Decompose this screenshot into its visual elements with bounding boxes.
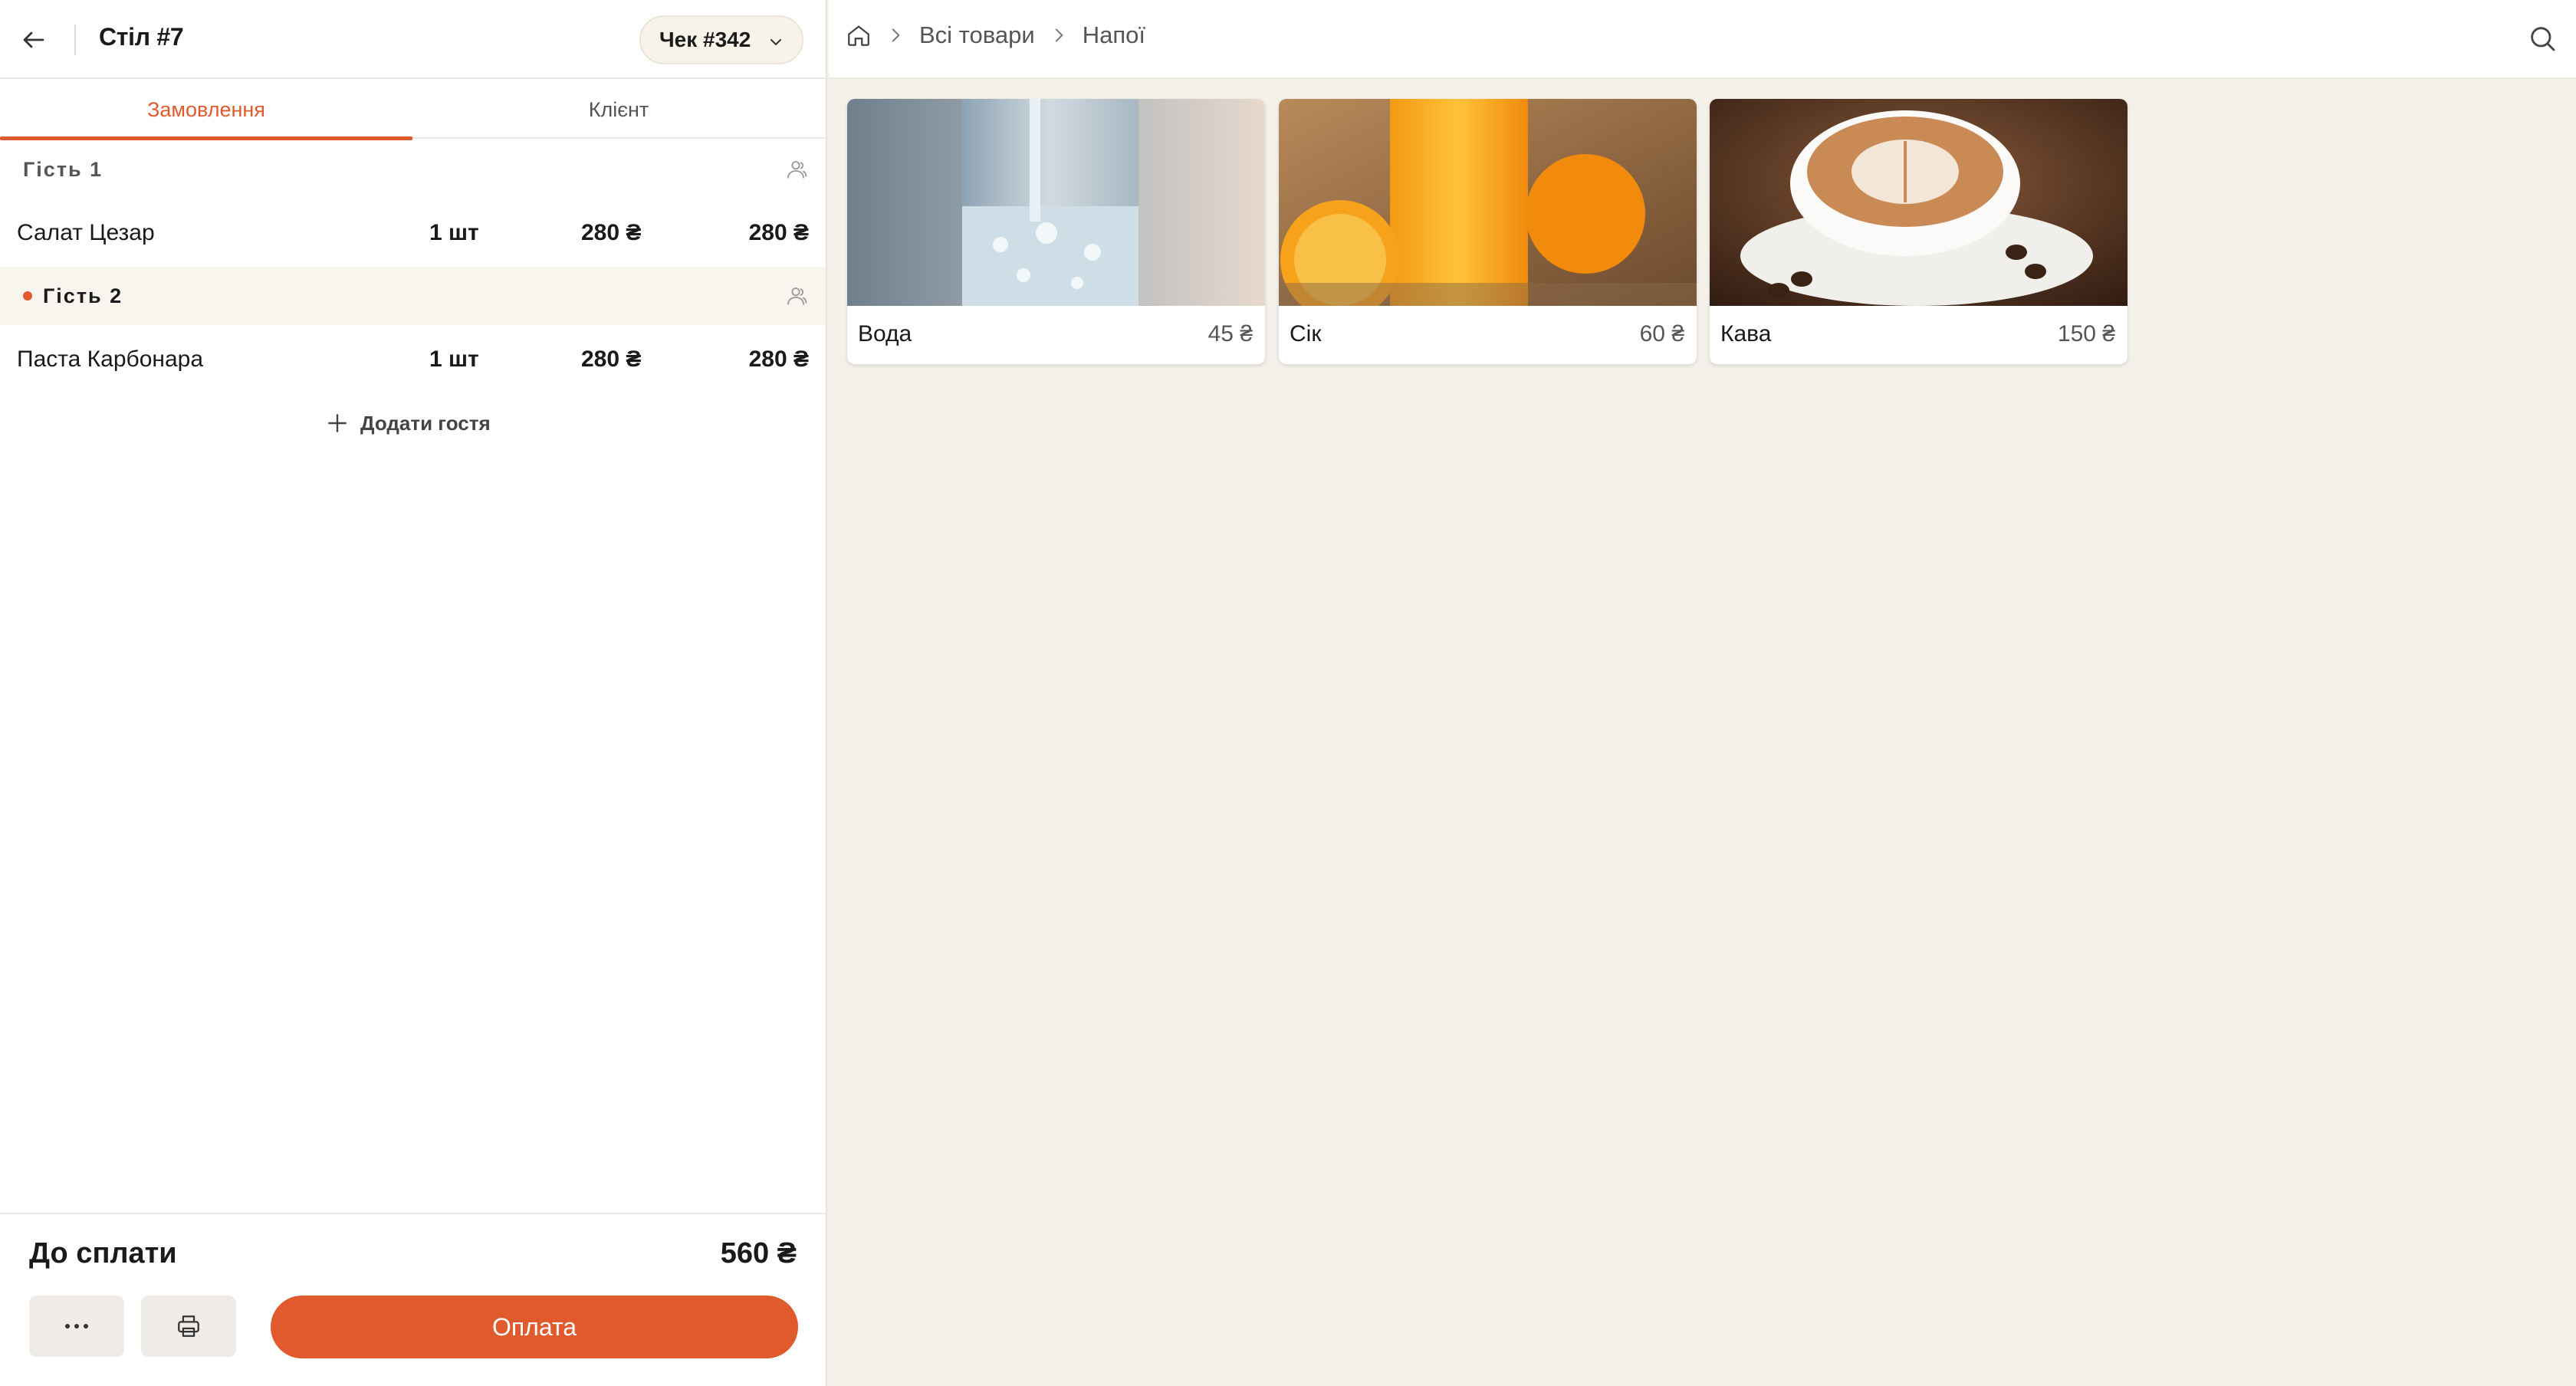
order-item[interactable]: Салат Цезар 1 шт 280 ₴ 280 ₴ [0,199,826,266]
item-price: 280 ₴ [581,346,642,372]
tab-orders[interactable]: Замовлення [0,80,412,140]
product-name: Кава [1720,321,1772,346]
total-label: До сплати [29,1237,177,1269]
order-header: Стіл #7 Чек #342 [0,0,826,79]
product-price: 150 ₴ [2057,321,2115,346]
table-title: Стіл #7 [99,23,184,51]
total-value: 560 ₴ [720,1237,797,1269]
product-name: Вода [858,321,912,346]
guest-label: Гість 1 [23,157,104,181]
search-button[interactable] [2527,23,2558,57]
item-name: Паста Карбонара [17,346,204,372]
pay-button[interactable]: Оплата [271,1296,798,1358]
order-panel: Стіл #7 Чек #342 Замовлення Клієнт Гість… [0,0,827,1386]
product-card-juice[interactable]: Сік 60 ₴ [1279,99,1697,364]
active-guest-dot [23,291,32,301]
item-total: 280 ₴ [748,220,809,245]
product-card-water[interactable]: Вода 45 ₴ [847,99,1265,364]
order-footer: До сплати 560 ₴ Оплата [0,1213,826,1386]
item-price: 280 ₴ [581,220,642,245]
product-name: Сік [1290,321,1322,346]
printer-icon [178,1315,199,1337]
item-quantity: 1 шт [429,220,479,245]
order-tabs: Замовлення Клієнт [0,80,826,140]
tab-client[interactable]: Клієнт [412,80,825,139]
chevron-right-icon [892,28,900,42]
chevron-right-icon [1055,28,1063,42]
more-button[interactable] [29,1296,124,1357]
guest-label: Гість 2 [43,284,123,307]
home-icon[interactable] [846,22,872,48]
guest-header-2[interactable]: Гість 2 [0,267,826,325]
add-guest-label: Додати гостя [360,411,491,435]
more-dots-icon [65,1324,88,1329]
product-card-coffee[interactable]: Кава 150 ₴ [1710,99,2128,364]
back-button[interactable] [14,20,54,60]
item-quantity: 1 шт [429,346,479,372]
coffee-cup-image [1710,99,2128,306]
print-button[interactable] [141,1296,236,1357]
item-name: Салат Цезар [17,220,155,245]
guest-header-1[interactable]: Гість 1 [0,140,826,199]
search-icon [2531,27,2555,51]
header-divider [74,25,76,55]
breadcrumb: Всі товари Напої [846,21,1145,49]
breadcrumb-drinks[interactable]: Напої [1083,21,1145,49]
plus-icon [328,414,347,432]
orange-juice-image [1279,99,1697,306]
item-total: 280 ₴ [748,346,809,372]
catalog-topbar: Всі товари Напої [829,0,2576,79]
order-item[interactable]: Паста Карбонара 1 шт 280 ₴ 280 ₴ [0,325,826,392]
water-glass-image [847,99,1265,306]
chevron-down-icon [770,39,781,45]
user-icon[interactable] [783,157,809,182]
arrow-left-icon [23,31,44,48]
check-selector[interactable]: Чек #342 [639,15,803,64]
check-label: Чек #342 [659,28,751,51]
product-price: 45 ₴ [1208,321,1253,346]
product-price: 60 ₴ [1639,321,1684,346]
breadcrumb-all-products[interactable]: Всі товари [919,21,1035,49]
user-icon[interactable] [783,284,809,308]
add-guest-button[interactable]: Додати гостя [325,406,491,440]
